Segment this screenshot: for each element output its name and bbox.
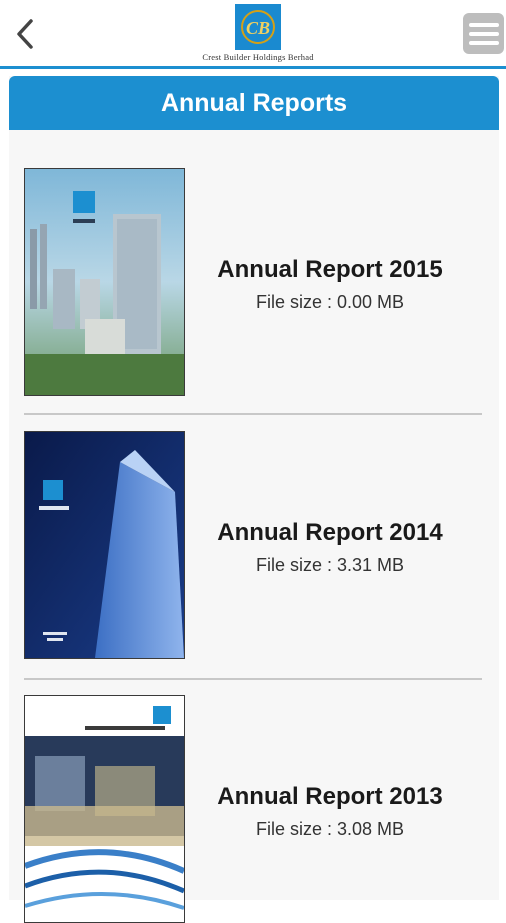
report-file-size: File size : 0.00 MB — [255, 292, 405, 312]
report-file-size: File size : 3.31 MB — [255, 555, 405, 575]
logo-initials: CB — [246, 18, 270, 38]
divider — [24, 678, 482, 680]
app-header: CB Crest Builder Holdings Berhad — [0, 0, 506, 69]
report-cover-2013[interactable] — [24, 695, 185, 923]
logo-text: Crest Builder Holdings Berhad — [202, 52, 314, 62]
hamburger-menu-icon — [468, 22, 499, 27]
company-logo: CB Crest Builder Holdings Berhad — [185, 4, 331, 64]
divider — [24, 413, 482, 415]
reports-panel: Annual Reports Annual Report 2015 File s… — [9, 76, 499, 923]
report-item-2014[interactable]: Annual Report 2014 File size : 3.31 MB — [24, 431, 483, 659]
report-title[interactable]: Annual Report 2013 — [194, 783, 466, 811]
report-cover-2015[interactable] — [24, 168, 185, 396]
report-cover-2014[interactable] — [24, 431, 185, 659]
report-file-size: File size : 3.08 MB — [255, 819, 405, 839]
chevron-left-icon — [17, 19, 33, 49]
page-title: Annual Reports — [9, 76, 499, 130]
back-button[interactable] — [8, 14, 42, 54]
logo-mark: CB — [235, 4, 281, 50]
report-item-2015[interactable]: Annual Report 2015 File size : 0.00 MB — [24, 168, 483, 396]
report-title[interactable]: Annual Report 2015 — [194, 256, 466, 284]
report-title[interactable]: Annual Report 2014 — [194, 519, 466, 547]
menu-button[interactable] — [463, 13, 504, 54]
report-item-2013[interactable]: Annual Report 2013 File size : 3.08 MB — [24, 695, 483, 923]
